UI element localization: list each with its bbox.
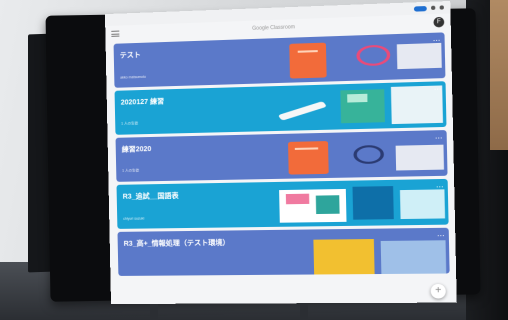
more-options-icon[interactable]: ⋯	[433, 37, 440, 46]
class-card[interactable]: 練習2020 1 人の生徒 ⋯	[116, 130, 448, 182]
network-indicator-icon	[414, 5, 427, 11]
class-subtitle: chiyuri suzuki	[123, 216, 144, 220]
signal-icon	[431, 6, 435, 10]
card-illustration	[245, 130, 448, 179]
class-name: テスト	[120, 50, 141, 61]
class-subtitle: akko matsumoto	[120, 75, 146, 80]
class-subtitle: 1 人の生徒	[121, 121, 138, 126]
add-class-button[interactable]: +	[431, 284, 446, 299]
battery-icon	[440, 5, 444, 9]
menu-icon[interactable]	[111, 31, 119, 37]
more-options-icon[interactable]: ⋯	[434, 86, 441, 94]
class-card[interactable]: テスト akko matsumoto ⋯	[114, 32, 446, 87]
class-name: 練習2020	[122, 144, 152, 155]
card-illustration	[247, 228, 450, 275]
wooden-shelf	[490, 0, 508, 150]
class-card[interactable]: R3_高+_情報処理（テスト環境） ⋯	[117, 228, 449, 276]
card-illustration	[243, 32, 446, 84]
class-card[interactable]: R3_追試__国語表chiyuri suzuki ⋯	[117, 179, 449, 229]
class-subtitle: 1 人の生徒	[122, 168, 139, 173]
class-name: R3_追試__国語表	[123, 191, 179, 202]
more-options-icon[interactable]: ⋯	[436, 183, 443, 191]
class-card[interactable]: 2020127 練習 1 人の生徒 ⋯	[115, 81, 447, 135]
more-options-icon[interactable]: ⋯	[437, 232, 444, 240]
classroom-screen: Google Classroom F テスト akko matsumoto ⋯ 202…	[105, 1, 457, 304]
class-name: 2020127 練習	[121, 96, 165, 107]
class-name: R3_高+_情報処理（テスト環境）	[124, 238, 230, 249]
card-illustration	[244, 81, 447, 132]
class-card-list: テスト akko matsumoto ⋯ 2020127 練習 1 人の生徒 ⋯ 練習202…	[106, 32, 457, 276]
more-options-icon[interactable]: ⋯	[435, 134, 442, 142]
card-illustration	[246, 179, 449, 227]
avatar[interactable]: F	[433, 17, 444, 28]
